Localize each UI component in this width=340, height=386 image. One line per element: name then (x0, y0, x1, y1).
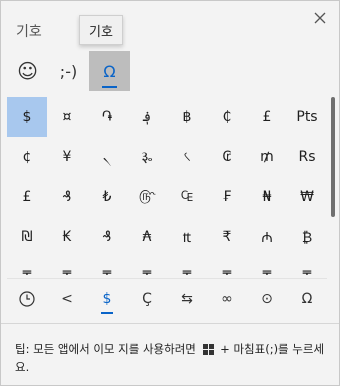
symbol-cell[interactable]: ₶ (167, 217, 207, 257)
tab-kaomoji[interactable]: ;-) (48, 51, 89, 91)
kaomoji-icon: ;-) (59, 61, 78, 81)
tip-text: 팁: 모든 앱에서 이모 지를 사용하려면 + 마침표(;)를 누르세요. (1, 323, 339, 385)
symbol-cell[interactable]: ¢ (7, 137, 47, 177)
symbol-cell[interactable]: ₼ (247, 217, 287, 257)
panel-title: 기호 (16, 24, 42, 40)
symbol-grid-area: $¤֏؋฿₵£Pts¢¥৲૱৻₢₥Rs£₰₺௹₠₣₦₩₪₭₰₳₶₹₼₿₸₸₸₸₸… (7, 97, 327, 275)
symbol-cell[interactable]: ¤ (47, 97, 87, 137)
symbol-cell[interactable]: ₿ (287, 217, 327, 257)
math-icon: ∞ (221, 291, 233, 307)
symbol-cell[interactable]: ֏ (87, 97, 127, 137)
tab-punctuation[interactable]: < (47, 279, 87, 319)
symbol-cell[interactable]: ₠ (167, 177, 207, 217)
symbol-cell[interactable]: ₦ (247, 177, 287, 217)
symbol-cell[interactable]: ₸ (87, 257, 127, 275)
symbol-cell[interactable]: ৲ (87, 137, 127, 177)
symbol-cell[interactable]: ₰ (87, 217, 127, 257)
tab-language-symbols[interactable]: Ω (287, 279, 327, 319)
supersets-icon: ⊙ (261, 291, 273, 307)
tab-math[interactable]: ∞ (207, 279, 247, 319)
symbol-cell[interactable]: ₣ (207, 177, 247, 217)
tab-symbols[interactable]: Ω (89, 51, 130, 91)
omega-icon: Ω (103, 61, 116, 81)
tab-recent[interactable] (7, 279, 47, 319)
symbol-cell[interactable]: ৻ (167, 137, 207, 177)
symbol-cell[interactable]: ₰ (47, 177, 87, 217)
symbol-cell[interactable]: ؋ (127, 97, 167, 137)
symbol-cell[interactable]: ₩ (287, 177, 327, 217)
scrollbar[interactable] (331, 97, 335, 217)
tab-emoji[interactable]: ☺ (7, 51, 48, 91)
emoji-panel: 기호 기호 ☺ ;-) Ω $ ¤ ֏ ؋ ฿ ₵ £ Pts ¢ ¥ ৲ ૱ ৻ ₢ ₥ Rs £ ₰ ₺ ௹ ₠ ₣ ₦… (0, 0, 340, 386)
symbol-cell[interactable]: ₺ (87, 177, 127, 217)
symbol-cell[interactable]: £ (7, 177, 47, 217)
smiley-icon: ☺ (17, 59, 38, 83)
latin-icon: Ç (142, 291, 152, 307)
windows-logo-icon (202, 344, 214, 355)
symbol-cell[interactable]: ₥ (247, 137, 287, 177)
symbol-cell[interactable]: ₸ (207, 257, 247, 275)
tab-supersets[interactable]: ⊙ (247, 279, 287, 319)
symbol-category-tabs: < $ Ç ⇆ ∞ ⊙ Ω (7, 278, 327, 318)
symbol-cell[interactable]: ¥ (47, 137, 87, 177)
tab-latin[interactable]: Ç (127, 279, 167, 319)
tab-arrows[interactable]: ⇆ (167, 279, 207, 319)
symbol-cell[interactable]: ₢ (207, 137, 247, 177)
tab-currency[interactable]: $ (87, 279, 127, 319)
arrows-icon: ⇆ (181, 291, 193, 307)
symbol-cell[interactable]: ₸ (247, 257, 287, 275)
symbol-cell[interactable]: ฿ (167, 97, 207, 137)
category-tabs: ☺ ;-) Ω (7, 51, 130, 91)
symbol-cell[interactable]: ₸ (287, 257, 327, 275)
symbol-cell[interactable]: ₳ (127, 217, 167, 257)
language-symbols-icon: Ω (301, 291, 313, 307)
tooltip: 기호 (79, 15, 123, 45)
symbol-cell[interactable]: £ (247, 97, 287, 137)
symbol-cell[interactable]: ₸ (7, 257, 47, 275)
symbol-grid: $¤֏؋฿₵£Pts¢¥৲૱৻₢₥Rs£₰₺௹₠₣₦₩₪₭₰₳₶₹₼₿₸₸₸₸₸… (7, 97, 327, 275)
symbol-cell[interactable]: ₸ (167, 257, 207, 275)
symbol-cell[interactable]: ௹ (127, 177, 167, 217)
symbol-cell[interactable]: $ (7, 97, 47, 137)
currency-icon: $ (102, 291, 112, 307)
symbol-cell[interactable]: ₸ (47, 257, 87, 275)
punctuation-icon: < (61, 291, 73, 307)
symbol-cell[interactable]: ₸ (127, 257, 167, 275)
symbol-cell[interactable]: Rs (287, 137, 327, 177)
symbol-cell[interactable]: ૱ (127, 137, 167, 177)
symbol-cell[interactable]: ₹ (207, 217, 247, 257)
symbol-cell[interactable]: ₭ (47, 217, 87, 257)
tip-text-start: 팁: 모든 앱에서 이모 지를 사용하려면 (15, 342, 196, 356)
symbol-cell[interactable]: ₪ (7, 217, 47, 257)
close-icon[interactable] (311, 9, 329, 27)
symbol-cell[interactable]: Pts (287, 97, 327, 137)
symbol-cell[interactable]: ₵ (207, 97, 247, 137)
recent-clock-icon (19, 291, 35, 307)
